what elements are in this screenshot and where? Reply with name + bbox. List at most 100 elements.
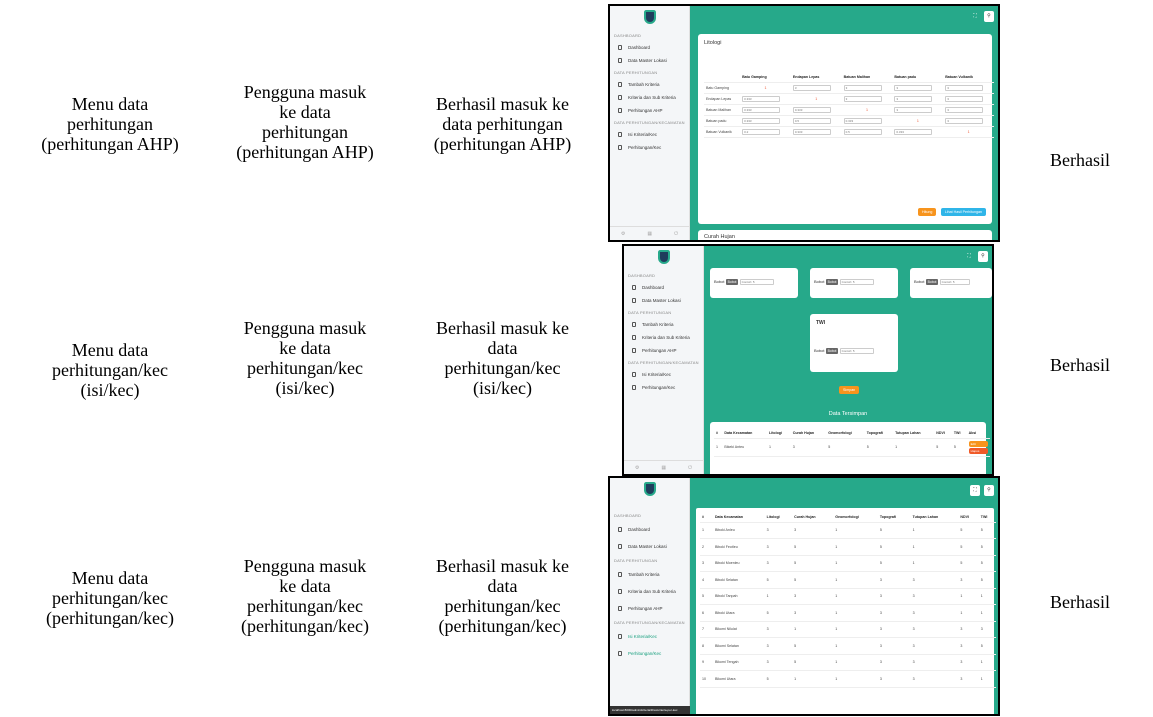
main-area: ⛶ ⚲ # Data Kecamatan Litologi Curah Hujan Geo… <box>690 478 998 714</box>
matrix-input[interactable]: 0.333 <box>843 117 882 124</box>
table-cell: 3 <box>910 654 959 671</box>
grid-icon <box>618 544 622 549</box>
table-cell: 1 <box>910 538 959 556</box>
table-cell: 1 <box>792 670 834 688</box>
matrix-input[interactable]: 3 <box>792 84 831 91</box>
table-cell: 3 <box>877 654 911 671</box>
matrix-input[interactable]: 3 <box>843 95 882 102</box>
sidebar-heading: DASHBOARD <box>628 273 656 278</box>
sidebar-item-tambah[interactable]: Tambah Kriteria <box>624 318 703 331</box>
matrix-input[interactable]: 0.333 <box>792 106 831 113</box>
matrix-input[interactable]: 3 <box>894 95 933 102</box>
matrix-input[interactable]: 3 <box>894 106 933 113</box>
sidebar-item-ahp[interactable]: Perhitungan AHP <box>624 344 703 357</box>
sidebar-item-ahp[interactable]: Perhitungan AHP <box>610 600 689 617</box>
matrix-input[interactable]: 3 <box>945 95 984 102</box>
matrix-input[interactable]: 0.5 <box>792 117 831 124</box>
sidebar-item-kriteria[interactable]: Kriteria dan Sub Kriteria <box>610 91 689 104</box>
sidebar-item-perkec[interactable]: Perhitungan/Kec <box>624 381 703 394</box>
user-icon[interactable]: ⚲ <box>978 251 988 262</box>
table-header: Batu Gamping Endapan Lepas Batuan Malihan B… <box>704 72 994 83</box>
hitung-button[interactable]: Hitung <box>917 208 937 216</box>
sidebar-heading: DATA PERHITUNGAN <box>614 558 658 563</box>
table-cell: 3 <box>877 637 911 655</box>
power-icon[interactable]: ⏻ <box>674 231 678 237</box>
matrix-input[interactable]: 3 <box>945 84 984 91</box>
sidebar-item-isi[interactable]: Isi Kriteria/Kec <box>610 628 689 645</box>
matrix-input[interactable]: 3 <box>894 84 933 91</box>
table-cell: Biboki Anleu <box>712 522 765 539</box>
table-row: 8 Bikomi Selatan 3 5 1 3 3 3 5 <box>700 637 996 655</box>
fullscreen-icon[interactable]: ⛶ <box>970 11 980 22</box>
bobot-input[interactable]: Contoh: 5 <box>839 279 874 285</box>
matrix-input[interactable]: 0.5 <box>843 128 882 135</box>
sidebar-item-isi[interactable]: Isi Kriteria/Kec <box>624 368 703 381</box>
table-cell: 9 <box>700 654 713 671</box>
sidebar-item-dashboard[interactable]: Dashboard <box>610 521 689 538</box>
sidebar-item-dashboard[interactable]: Dashboard <box>624 281 703 294</box>
table-cell: Biboki Selatan <box>712 571 765 589</box>
grid-icon[interactable]: ▦ <box>647 231 652 237</box>
sidebar-item-master[interactable]: Data Master Lokasi <box>610 538 689 555</box>
table-cell: 1 <box>833 522 878 539</box>
table-cell: 6 <box>700 604 713 622</box>
bobot-input[interactable]: Contoh: 5 <box>839 348 874 354</box>
user-icon[interactable]: ⚲ <box>984 485 994 496</box>
user-icon[interactable]: ⚲ <box>984 11 994 22</box>
sidebar-item-tambah[interactable]: Tambah Kriteria <box>610 78 689 91</box>
table-cell: 4 <box>700 571 713 589</box>
matrix-input[interactable]: 3 <box>843 84 882 91</box>
hapus-button[interactable]: Hapus <box>968 447 988 454</box>
sidebar-item-perkec[interactable]: Perhitungan/Kec <box>610 645 689 662</box>
matrix-input[interactable]: 0.333 <box>742 95 781 102</box>
sidebar-item-kriteria[interactable]: Kriteria dan Sub Kriteria <box>624 331 703 344</box>
matrix-input[interactable]: 0.2 <box>742 128 781 135</box>
sidebar-item-kriteria[interactable]: Kriteria dan Sub Kriteria <box>610 583 689 600</box>
lihat-hasil-button[interactable]: Lihat Hasil Perhitungan <box>940 208 986 216</box>
row2-action: Pengguna masuk ke data perhitungan/kec (isi… <box>243 318 367 398</box>
table-row: 1 Biboki Anleu 3 3 1 5 1 5 5 <box>700 522 996 539</box>
matrix-input[interactable]: 0.333 <box>742 106 781 113</box>
matrix-input[interactable]: 0.333 <box>792 128 831 135</box>
simpan-button[interactable]: Simpan <box>839 386 860 394</box>
table-cell: Bikomi Selatan <box>712 637 765 655</box>
table-cell: 5 <box>792 654 834 671</box>
table-cell: 1 <box>833 538 878 556</box>
table-cell: 5 <box>792 637 834 655</box>
fullscreen-icon[interactable]: ⛶ <box>964 251 974 262</box>
matrix-input[interactable]: 3 <box>945 117 984 124</box>
table-row: 9 Bikomi Tengah 3 5 1 3 3 3 1 <box>700 654 996 671</box>
table-cell: 3 <box>792 522 834 539</box>
screenshot-isi-kec: DASHBOARD Dashboard Data Master Lokasi D… <box>622 244 994 476</box>
sidebar-item-tambah[interactable]: Tambah Kriteria <box>610 566 689 583</box>
matrix-input[interactable]: 3 <box>945 106 984 113</box>
settings-icon[interactable]: ⚙ <box>621 231 625 237</box>
table-cell: 5 <box>978 522 996 539</box>
table-cell: 1 <box>910 555 959 572</box>
table-cell: 1 <box>833 604 878 622</box>
sidebar-item-perkec[interactable]: Perhitungan/Kec <box>610 141 689 154</box>
table-cell: 1 <box>958 588 979 605</box>
matrix-input[interactable]: 0.333 <box>894 128 933 135</box>
matrix-input[interactable]: 0.333 <box>742 117 781 124</box>
fullscreen-icon[interactable]: ⛶ <box>970 485 980 496</box>
sidebar-item-master[interactable]: Data Master Lokasi <box>610 54 689 67</box>
power-icon[interactable]: ⏻ <box>688 465 692 471</box>
table-cell: 3 <box>764 654 793 671</box>
document-icon <box>632 335 636 340</box>
sidebar-item-isi[interactable]: Isi Kriteria/Kec <box>610 128 689 141</box>
sidebar-item-ahp[interactable]: Perhitungan AHP <box>610 104 689 117</box>
table-cell: 5 <box>978 637 996 655</box>
grid-icon[interactable]: ▦ <box>661 465 666 471</box>
saved-data-card: # Data Kecamatan Litologi Curah Hujan Geomor… <box>710 422 990 474</box>
settings-icon[interactable]: ⚙ <box>635 465 639 471</box>
edit-button[interactable]: Edit <box>968 440 988 447</box>
sidebar-footer: ⚙ ▦ ⏻ <box>624 460 703 474</box>
sidebar-item-master[interactable]: Data Master Lokasi <box>624 294 703 307</box>
table-cell: 5 <box>764 571 793 589</box>
bobot-input[interactable]: Contoh: 5 <box>739 279 774 285</box>
document-icon <box>618 95 622 100</box>
sidebar-heading: DATA PERHITUNGAN <box>628 310 672 315</box>
bobot-input[interactable]: Contoh: 5 <box>939 279 970 285</box>
sidebar-item-dashboard[interactable]: Dashboard <box>610 41 689 54</box>
